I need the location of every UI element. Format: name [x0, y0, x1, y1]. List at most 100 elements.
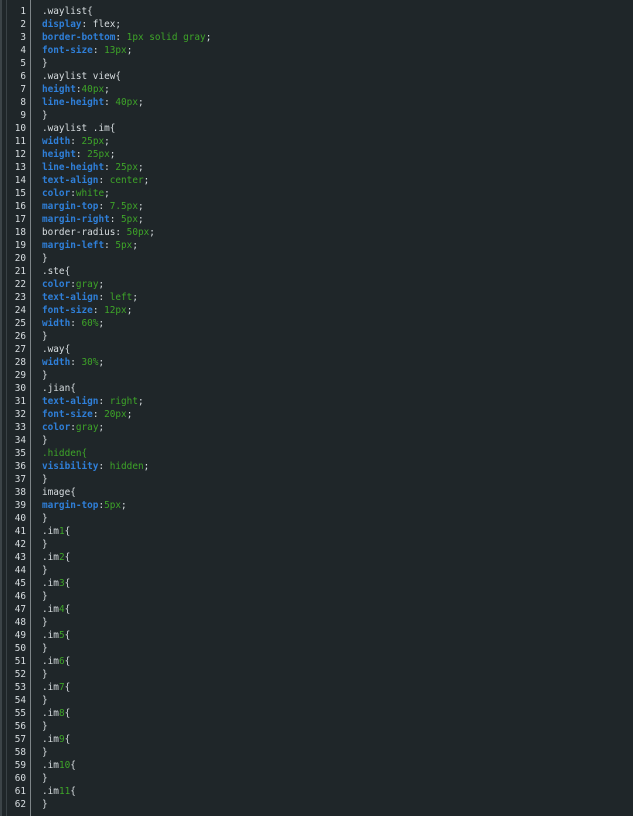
code-line[interactable]: 1 .waylist{: [0, 5, 633, 18]
code-line[interactable]: 62}: [0, 798, 633, 811]
code-line[interactable]: 4 font-size: 13px;: [0, 44, 633, 57]
code-line[interactable]: 59 .im10{: [0, 759, 633, 772]
code-line[interactable]: 2 display: flex;: [0, 18, 633, 31]
code-token: }: [42, 643, 48, 654]
code-line[interactable]: 43 .im2{: [0, 551, 633, 564]
line-code: color:white;: [42, 187, 110, 200]
code-line[interactable]: 10 .waylist .im{: [0, 122, 633, 135]
code-line[interactable]: 11 width: 25px;: [0, 135, 633, 148]
code-line[interactable]: 22 color:gray;: [0, 278, 633, 291]
code-token: :: [98, 292, 110, 303]
code-line[interactable]: 47 .im4{: [0, 603, 633, 616]
code-line[interactable]: 25 width: 60%;: [0, 317, 633, 330]
code-token: gray: [75, 279, 99, 290]
code-line[interactable]: 45 .im3{: [0, 577, 633, 590]
code-line[interactable]: 16 margin-top: 7.5px;: [0, 200, 633, 213]
code-line[interactable]: 35 .hidden{: [0, 447, 633, 460]
code-line[interactable]: 37}: [0, 473, 633, 486]
code-line[interactable]: 61 .im11{: [0, 785, 633, 798]
line-code: margin-top: 7.5px;: [42, 200, 144, 213]
code-line[interactable]: 5}: [0, 57, 633, 70]
code-token: ;: [126, 45, 133, 56]
code-line[interactable]: 36 visibility: hidden;: [0, 460, 633, 473]
code-line[interactable]: 42}: [0, 538, 633, 551]
code-line[interactable]: 15 color:white;: [0, 187, 633, 200]
line-number: 57: [14, 734, 26, 745]
code-line[interactable]: 21 .ste{: [0, 265, 633, 278]
code-token: ;: [121, 500, 127, 511]
code-line[interactable]: 38 image{: [0, 486, 633, 499]
code-line[interactable]: 57 .im9{: [0, 733, 633, 746]
line-code: .im9{: [42, 733, 70, 746]
code-line[interactable]: 39 margin-top:5px;: [0, 499, 633, 512]
code-token: line-height: [42, 97, 105, 108]
code-token: :: [92, 409, 105, 420]
code-token: :: [70, 136, 82, 147]
code-token: .im: [42, 526, 59, 537]
code-line[interactable]: 27 .way{: [0, 343, 633, 356]
code-line[interactable]: 40}: [0, 512, 633, 525]
code-line[interactable]: 49 .im5{: [0, 629, 633, 642]
line-code: }: [42, 369, 48, 382]
code-lines[interactable]: 1 .waylist{2 display: flex; 3 border-bottom:…: [0, 5, 633, 811]
code-line[interactable]: 51 .im6{: [0, 655, 633, 668]
code-token: hidden: [109, 461, 144, 472]
code-line[interactable]: 50}: [0, 642, 633, 655]
line-code: text-align: center;: [42, 174, 149, 187]
code-line[interactable]: 23 text-align: left;: [0, 291, 633, 304]
code-line[interactable]: 60}: [0, 772, 633, 785]
code-line[interactable]: 48}: [0, 616, 633, 629]
line-code: }: [42, 434, 48, 447]
code-line[interactable]: 9}: [0, 109, 633, 122]
line-code: .jian{: [42, 382, 76, 395]
code-line[interactable]: 41 .im1{: [0, 525, 633, 538]
code-line[interactable]: 28 width: 30%;: [0, 356, 633, 369]
code-line[interactable]: 13 line-height: 25px;: [0, 161, 633, 174]
code-editor[interactable]: 1 .waylist{2 display: flex; 3 border-bottom:…: [0, 0, 633, 816]
code-line[interactable]: 17 margin-right: 5px;: [0, 213, 633, 226]
code-line[interactable]: 19 margin-left: 5px;: [0, 239, 633, 252]
code-line[interactable]: 32 font-size: 20px;: [0, 408, 633, 421]
code-line[interactable]: 14 text-align: center;: [0, 174, 633, 187]
code-token: ;: [98, 422, 105, 433]
code-line[interactable]: 54}: [0, 694, 633, 707]
code-line[interactable]: 34}: [0, 434, 633, 447]
code-line[interactable]: 7 height:40px;: [0, 83, 633, 96]
code-line[interactable]: 20}: [0, 252, 633, 265]
code-line[interactable]: 29}: [0, 369, 633, 382]
line-number: 62: [14, 799, 26, 810]
code-line[interactable]: 33 color:gray;: [0, 421, 633, 434]
code-line[interactable]: 44}: [0, 564, 633, 577]
code-line[interactable]: 30 .jian{: [0, 382, 633, 395]
line-number: 27: [14, 344, 26, 355]
code-line[interactable]: 18 border-radius: 50px;: [0, 226, 633, 239]
code-line[interactable]: 26}: [0, 330, 633, 343]
code-token: }: [42, 799, 48, 810]
code-line[interactable]: 31 text-align: right;: [0, 395, 633, 408]
code-token: text-align: [42, 292, 99, 303]
line-number: 56: [14, 721, 26, 732]
code-token: {: [64, 552, 71, 563]
code-line[interactable]: 46}: [0, 590, 633, 603]
code-line[interactable]: 6 .waylist view{: [0, 70, 633, 83]
code-line[interactable]: 53 .im7{: [0, 681, 633, 694]
code-line[interactable]: 55 .im8{: [0, 707, 633, 720]
code-line[interactable]: 56}: [0, 720, 633, 733]
code-line[interactable]: 3 border-bottom: 1px solid gray;: [0, 31, 633, 44]
code-line[interactable]: 24 font-size: 12px;: [0, 304, 633, 317]
line-code: .way{: [42, 343, 70, 356]
code-token: :: [75, 149, 88, 160]
code-line[interactable]: 52}: [0, 668, 633, 681]
line-number: 55: [14, 708, 26, 719]
code-line[interactable]: 8 line-height: 40px;: [0, 96, 633, 109]
line-number: 41: [14, 526, 26, 537]
line-code: margin-top:5px;: [42, 499, 127, 512]
code-token: margin-top: [42, 500, 99, 511]
code-line[interactable]: 12 height: 25px;: [0, 148, 633, 161]
code-token: ;: [205, 32, 212, 43]
line-code: width: 30%;: [42, 356, 104, 369]
code-line[interactable]: 58}: [0, 746, 633, 759]
code-token: border-radius:: [42, 227, 127, 238]
code-token: 30%: [81, 357, 99, 368]
code-token: .im: [42, 656, 59, 667]
